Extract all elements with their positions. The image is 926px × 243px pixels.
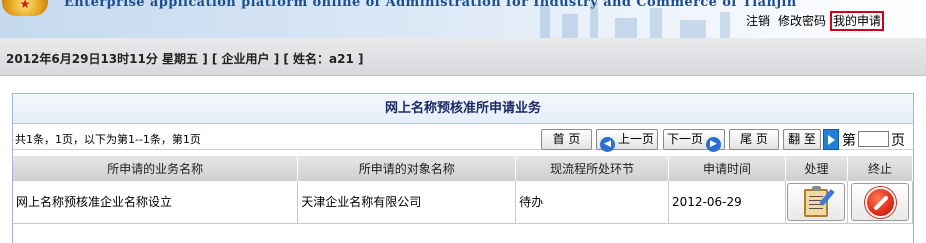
cell-apply-time: 2012-06-29 <box>668 181 786 224</box>
logout-link[interactable]: 注销 <box>746 14 770 28</box>
star-icon <box>20 0 30 9</box>
applications-panel: 网上名称预核准所申请业务 共1条，1页，以下为第1--1条，第1页 首 页 ◀ 上… <box>12 93 914 243</box>
cell-business-name: 网上名称预核准企业名称设立 <box>13 181 299 224</box>
next-page-label: 下一页 <box>666 132 703 146</box>
col-stage: 现流程所处环节 <box>515 156 670 181</box>
top-links: 注销 修改密码 我的申请 <box>738 11 884 31</box>
emblem-logo <box>2 0 48 16</box>
header-banner: Enterprise application platform online o… <box>0 0 926 38</box>
table-header-row: 所申请的业务名称 所申请的对象名称 现流程所处环节 申请时间 处理 终止 <box>13 156 914 181</box>
page-number-input[interactable] <box>858 131 889 147</box>
goto-arrow-icon[interactable] <box>823 129 839 150</box>
change-password-link[interactable]: 修改密码 <box>778 14 826 28</box>
col-object-name: 所申请的对象名称 <box>297 156 517 181</box>
goto-label: 翻 至 <box>788 132 816 146</box>
pager: 共1条，1页，以下为第1--1条，第1页 首 页 ◀ 上一页 下一页 ▶ 尾 页 翻… <box>13 124 913 152</box>
my-applications-link[interactable]: 我的申请 <box>829 11 884 31</box>
cell-stage: 待办 <box>515 181 670 224</box>
prev-page-button[interactable]: ◀ 上一页 <box>596 129 658 152</box>
first-page-label: 首 页 <box>552 132 581 146</box>
pager-summary: 共1条，1页，以下为第1--1条，第1页 <box>15 133 201 146</box>
applications-table: 所申请的业务名称 所申请的对象名称 现流程所处环节 申请时间 处理 终止 网上名… <box>13 156 914 224</box>
goto-page-button[interactable]: 翻 至 <box>783 129 821 150</box>
terminate-button[interactable] <box>850 182 909 221</box>
last-page-button[interactable]: 尾 页 <box>729 129 779 150</box>
cell-terminate <box>847 181 914 224</box>
info-bar: 2012年6月29日13时11分 星期五 ] [ 企业用户 ] [ 姓名：a21… <box>0 38 926 76</box>
panel-title: 网上名称预核准所申请业务 <box>13 94 913 124</box>
next-page-button[interactable]: 下一页 ▶ <box>663 129 725 152</box>
col-process: 处理 <box>785 156 848 181</box>
process-button[interactable] <box>787 182 846 221</box>
col-apply-time: 申请时间 <box>668 156 786 181</box>
chevron-right-icon: ▶ <box>706 137 721 152</box>
page-prefix-label: 第 <box>842 133 856 149</box>
col-terminate: 终止 <box>847 156 914 181</box>
chevron-left-icon: ◀ <box>599 137 615 152</box>
stop-icon <box>864 186 896 218</box>
date-user-info: 2012年6月29日13时11分 星期五 ] [ 企业用户 ] [ 姓名：a21… <box>6 52 364 66</box>
last-page-label: 尾 页 <box>740 132 768 146</box>
page-suffix-label: 页 <box>891 133 905 149</box>
col-business-name: 所申请的业务名称 <box>13 156 299 181</box>
cell-object-name: 天津企业名称有限公司 <box>297 181 517 224</box>
prev-page-label: 上一页 <box>617 132 654 146</box>
cell-process <box>785 181 848 224</box>
header-subtitle: Enterprise application platform online o… <box>64 0 797 10</box>
table-row: 网上名称预核准企业名称设立 天津企业名称有限公司 待办 2012-06-29 <box>13 181 914 224</box>
first-page-button[interactable]: 首 页 <box>541 129 592 150</box>
